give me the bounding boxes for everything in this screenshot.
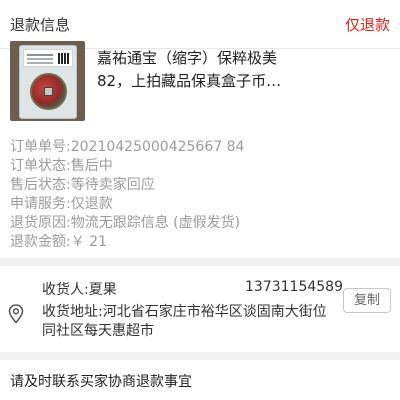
- order-status-row: 订单状态:售后中: [10, 158, 113, 174]
- service-type-row: 申请服务:仅退款: [10, 196, 113, 212]
- return-reason-value: 物流无跟踪信息 (虚假发货): [70, 215, 241, 231]
- coin-icon: [30, 73, 67, 110]
- location-pin-icon: [8, 304, 24, 324]
- copy-address-button[interactable]: 复制: [343, 288, 391, 313]
- shipping-address-card: 收货人:夏果 13731154589 收货地址:河北省石家庄市裕华区谈固南大街位…: [0, 266, 400, 352]
- receiver-phone: 13731154589: [245, 279, 343, 295]
- refund-info-title: 退款信息: [10, 16, 71, 34]
- refund-type-label: 仅退款: [344, 16, 390, 34]
- slab-label: [23, 49, 73, 67]
- after-sale-status-value: 等待卖家回应: [70, 177, 155, 193]
- product-thumbnail[interactable]: [10, 41, 85, 121]
- contact-buyer-notice: 请及时联系买家协商退款事宜: [0, 360, 400, 400]
- qr-code-icon: [58, 53, 69, 64]
- after-sale-status-row: 售后状态:等待卖家回应: [10, 177, 155, 193]
- order-number-row: 订单单号:20210425000425667 84: [10, 139, 245, 155]
- service-type-value: 仅退款: [70, 196, 113, 212]
- refund-amount-value: ￥ 21: [70, 234, 107, 250]
- graded-coin-slab-icon: [19, 45, 77, 119]
- contact-buyer-text: 请及时联系买家协商退款事宜: [10, 374, 192, 390]
- order-status-value: 售后中: [70, 158, 113, 174]
- order-number-value: 20210425000425667 84: [70, 139, 245, 155]
- product-title[interactable]: 嘉祐通宝（缩字）保粹极美 82，上拍藏品保真盒子币…: [97, 47, 392, 93]
- receiver-name: 收货人:夏果: [42, 282, 117, 298]
- return-reason-row: 退货原因:物流无跟踪信息 (虚假发货): [10, 215, 241, 231]
- receiver-address: 收货地址:河北省石家庄市裕华区谈固南大街位同社区每天惠超市: [42, 304, 327, 339]
- refund-amount-row: 退款金额:￥ 21: [10, 234, 107, 250]
- refund-info-card: 退款信息 仅退款 嘉祐通宝（缩字）保粹极美 82，上拍藏品保真盒子币… 订单单号…: [0, 0, 400, 258]
- order-info-list: 订单单号:20210425000425667 84 订单状态:售后中 售后状态:…: [10, 138, 390, 252]
